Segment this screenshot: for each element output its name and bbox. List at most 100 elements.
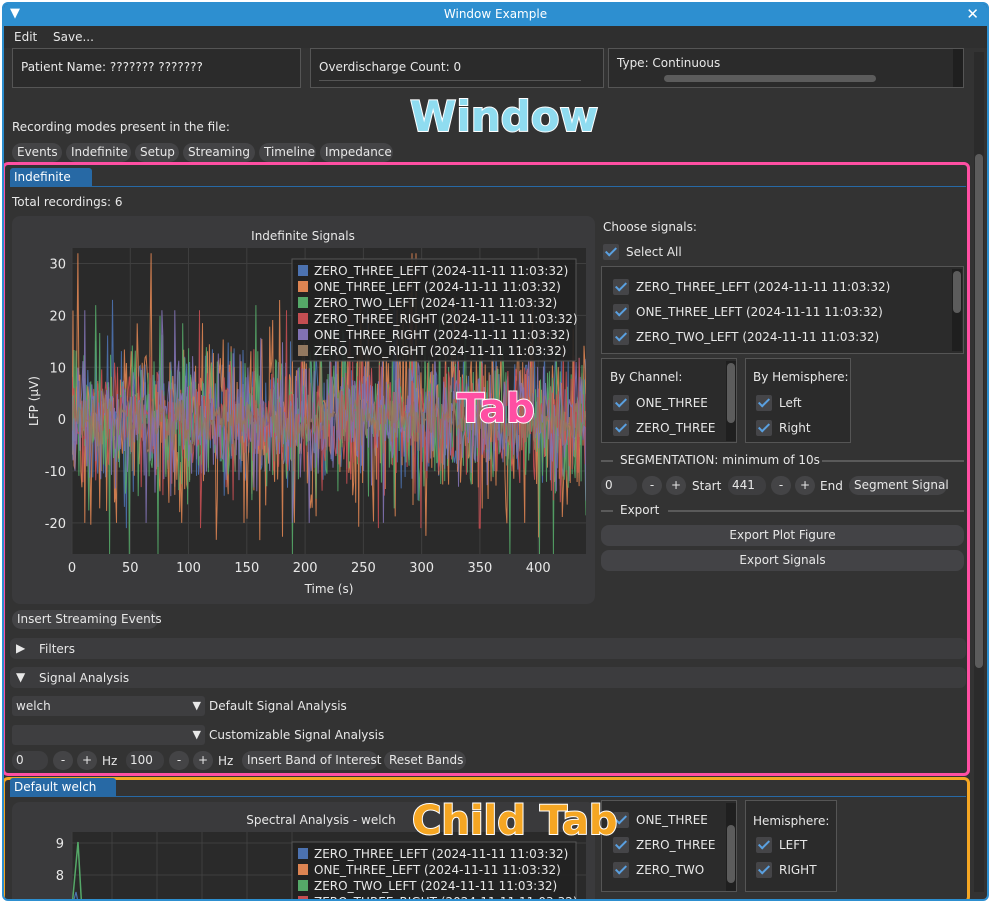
segment-start-input[interactable]: 0: [601, 476, 637, 495]
chevron-down-icon: ▼: [192, 699, 201, 712]
band-high-input[interactable]: 100: [126, 751, 164, 770]
child-legend-label: ZERO_THREE_LEFT (2024-11-11 11:03:32): [314, 847, 568, 861]
custom-analysis-label: Customizable Signal Analysis: [209, 728, 385, 742]
child-channel-item-checkbox[interactable]: [613, 862, 629, 878]
signal-list-panel: ZERO_THREE_LEFT (2024-11-11 11:03:32) ONE…: [601, 266, 964, 354]
device-info-panel: Overdischarge Count: 0: [310, 48, 604, 88]
window-title: Window Example: [443, 7, 548, 21]
default-analysis-select[interactable]: welch ▼: [12, 696, 205, 716]
x-tick-label: 50: [122, 561, 139, 576]
select-all-checkbox[interactable]: [603, 244, 619, 260]
segment-signal-button[interactable]: Segment Signal: [849, 476, 949, 495]
main-vscrollbar[interactable]: [974, 52, 984, 892]
y-tick-label: 10: [49, 361, 66, 376]
band-low-plus-button[interactable]: +: [77, 751, 97, 770]
signal-analysis-header[interactable]: ▼ Signal Analysis: [10, 667, 966, 688]
tab-indefinite[interactable]: Indefinite: [10, 168, 92, 186]
mode-button-setup[interactable]: Setup: [135, 143, 179, 162]
title-bar[interactable]: ▼ Window Example ✕: [4, 4, 987, 26]
channel-item-checkbox[interactable]: [613, 395, 629, 411]
channel-scrollbar[interactable]: [726, 361, 736, 441]
info-hscrollbar[interactable]: [609, 73, 951, 83]
by-channel-label: By Channel:: [610, 370, 683, 384]
signal-analysis-label: Signal Analysis: [39, 671, 130, 685]
tab-annotation-label: Tab: [456, 385, 536, 433]
menu-edit[interactable]: Edit: [14, 30, 37, 44]
patient-name: Patient Name: ??????? ???????: [21, 60, 203, 74]
child-legend-label: ZERO_THREE_RIGHT (2024-11-11 11:03:32): [314, 895, 578, 901]
band-low-input[interactable]: 0: [12, 751, 48, 770]
patient-info-panel: Patient Name: ??????? ???????: [12, 48, 301, 88]
menu-save[interactable]: Save...: [53, 30, 94, 44]
mode-button-streaming[interactable]: Streaming: [183, 143, 255, 162]
menu-bar: Edit Save...: [4, 26, 987, 48]
segment-end-minus-button[interactable]: -: [771, 476, 791, 495]
segment-end-plus-button[interactable]: +: [795, 476, 815, 495]
child-channel-item-label: ZERO_THREE: [636, 838, 716, 852]
export-signals-button[interactable]: Export Signals: [601, 550, 964, 571]
y-tick-label: -10: [45, 465, 66, 480]
child-legend-swatch: [298, 896, 308, 899]
hemisphere-item-label: Left: [779, 396, 802, 410]
child-channel-item-label: ZERO_TWO: [636, 863, 705, 877]
band-high-minus-button[interactable]: -: [169, 751, 189, 770]
export-plot-figure-button[interactable]: Export Plot Figure: [601, 525, 964, 546]
reset-bands-button[interactable]: Reset Bands: [384, 751, 466, 770]
signal-list-scrollbar[interactable]: [952, 269, 962, 351]
mode-button-impedance[interactable]: Impedance: [320, 143, 393, 162]
y-tick-label: 0: [58, 413, 66, 428]
band-low-unit: Hz: [102, 754, 118, 768]
filters-expand-icon: ▶: [16, 641, 26, 655]
filters-label: Filters: [39, 642, 75, 656]
x-tick-label: 150: [234, 561, 259, 576]
segment-end-label: End: [820, 479, 843, 493]
y-tick-label: -20: [45, 517, 66, 532]
band-high-plus-button[interactable]: +: [193, 751, 213, 770]
band-high-unit: Hz: [218, 754, 234, 768]
legend-label: ONE_THREE_RIGHT (2024-11-11 11:03:32): [314, 328, 570, 342]
legend-label: ZERO_THREE_RIGHT (2024-11-11 11:03:32): [314, 312, 578, 326]
insert-streaming-events-button[interactable]: Insert Streaming Events: [12, 610, 162, 629]
info-vscrollbar[interactable]: [953, 49, 963, 87]
custom-analysis-select[interactable]: ▼: [12, 725, 205, 745]
child-tab-annotation-label: Child Tab: [411, 797, 619, 845]
recording-modes-label: Recording modes present in the file:: [12, 120, 230, 134]
segment-start-plus-button[interactable]: +: [666, 476, 686, 495]
hemisphere-item-checkbox[interactable]: [756, 395, 772, 411]
x-tick-label: 350: [468, 561, 493, 576]
legend-swatch: [298, 281, 308, 292]
child-hemisphere-item-checkbox[interactable]: [756, 837, 772, 853]
recording-info-panel: Type: Continuous: [608, 48, 964, 88]
child-channel-item-label: ONE_THREE: [636, 813, 708, 827]
filters-header[interactable]: ▶ Filters: [10, 638, 966, 659]
signal-item-label: ZERO_TWO_LEFT (2024-11-11 11:03:32): [636, 330, 880, 344]
segment-end-input[interactable]: 441: [728, 476, 766, 495]
x-axis-label: Time (s): [304, 582, 354, 596]
select-all-label: Select All: [626, 245, 682, 259]
legend-swatch: [298, 313, 308, 324]
signal-item-checkbox[interactable]: [613, 279, 629, 295]
signal-item-checkbox[interactable]: [613, 304, 629, 320]
hemisphere-item-checkbox[interactable]: [756, 420, 772, 436]
band-low-minus-button[interactable]: -: [53, 751, 73, 770]
mode-button-events[interactable]: Events: [12, 143, 62, 162]
child-y-tick-label: 8: [56, 869, 64, 884]
tab-default-welch[interactable]: Default welch: [10, 778, 116, 796]
legend-label: ZERO_TWO_LEFT (2024-11-11 11:03:32): [314, 296, 557, 310]
by-channel-panel: By Channel: ONE_THREE ZERO_THREE: [601, 358, 737, 443]
child-hemisphere-panel: Hemisphere: LEFT RIGHT: [745, 800, 837, 892]
channel-item-checkbox[interactable]: [613, 420, 629, 436]
chart-title: Indefinite Signals: [251, 229, 355, 243]
segment-start-minus-button[interactable]: -: [642, 476, 662, 495]
child-hemisphere-item-checkbox[interactable]: [756, 862, 772, 878]
close-icon[interactable]: ✕: [966, 5, 979, 23]
signal-item-checkbox[interactable]: [613, 329, 629, 345]
x-tick-label: 200: [293, 561, 318, 576]
insert-band-button[interactable]: Insert Band of Interest: [242, 751, 381, 770]
mode-button-indefinite[interactable]: Indefinite: [66, 143, 131, 162]
child-y-tick-label: 9: [56, 837, 64, 852]
mode-button-timeline[interactable]: Timeline: [259, 143, 316, 162]
main-window: ▼ Window Example ✕ Edit Save... Patient …: [2, 2, 989, 901]
child-channel-scrollbar[interactable]: [726, 803, 736, 891]
signal-item-label: ZERO_THREE_LEFT (2024-11-11 11:03:32): [636, 280, 891, 294]
